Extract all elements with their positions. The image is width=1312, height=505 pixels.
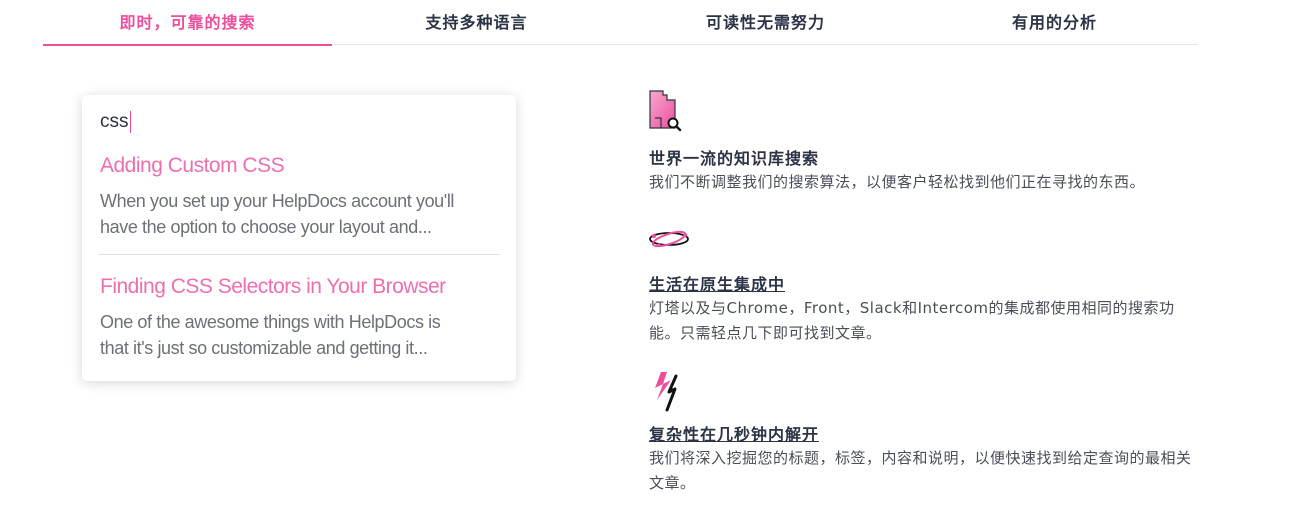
feature-tabs: 即时，可靠的搜索 支持多种语言 可读性无需努力 有用的分析 [43,0,1199,46]
orbit-integration-icon [649,230,689,248]
feature-title-link[interactable]: 生活在原生集成中 [649,274,1209,296]
tab-readability[interactable]: 可读性无需努力 [621,0,910,45]
search-result-excerpt: One of the awesome things with HelpDocs … [100,309,500,361]
tab-analytics[interactable]: 有用的分析 [910,0,1199,45]
text-caret [129,111,131,133]
feature-title: 世界一流的知识库搜索 [649,149,820,168]
feature-search: 世界一流的知识库搜索 我们不断调整我们的搜索算法，以便客户轻松找到他们正在寻找的… [649,90,1209,195]
search-result-excerpt: When you set up your HelpDocs account yo… [100,188,500,240]
search-result[interactable]: Finding CSS Selectors in Your Browser On… [100,272,500,361]
tab-multi-language[interactable]: 支持多种语言 [332,0,621,45]
tab-instant-search[interactable]: 即时，可靠的搜索 [43,0,332,46]
search-result-title[interactable]: Finding CSS Selectors in Your Browser [100,272,500,302]
search-result[interactable]: Adding Custom CSS When you set up your H… [100,151,500,240]
search-demo-card: css Adding Custom CSS When you set up yo… [82,95,516,381]
excerpt-line: that it's just so customizable and getti… [100,338,428,358]
feature-description: 灯塔以及与Chrome，Front，Slack和Intercom的集成都使用相同… [649,299,1175,342]
excerpt-line: have the option to choose your layout an… [100,217,432,237]
feature-description: 我们不断调整我们的搜索算法，以便客户轻松找到他们正在寻找的东西。 [649,173,1146,191]
excerpt-line: One of the awesome things with HelpDocs … [100,312,441,332]
feature-integrations: 生活在原生集成中 灯塔以及与Chrome，Front，Slack和Interco… [649,222,1209,346]
result-divider [98,254,500,255]
puzzle-search-icon [649,90,682,132]
feature-title-link[interactable]: 复杂性在几秒钟内解开 [649,424,1209,446]
lightning-bolt-icon [655,372,678,412]
search-query: css [100,111,129,132]
search-result-title[interactable]: Adding Custom CSS [100,151,500,181]
feature-description: 我们将深入挖掘您的标题，标签，内容和说明，以便快速找到给定查询的最相关文章。 [649,449,1192,492]
feature-complexity: 复杂性在几秒钟内解开 我们将深入挖掘您的标题，标签，内容和说明，以便快速找到给定… [649,370,1209,496]
excerpt-line: When you set up your HelpDocs account yo… [100,191,455,211]
search-input[interactable]: css [100,109,131,135]
